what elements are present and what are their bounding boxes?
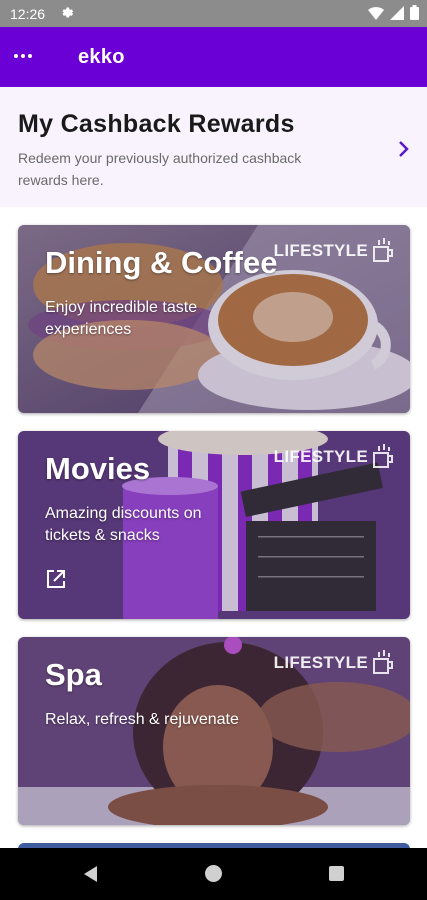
lifestyle-cup-icon	[373, 444, 393, 468]
lifestyle-badge: LIFESTYLE	[274, 443, 396, 471]
status-bar: 12:26	[0, 0, 427, 27]
gear-icon	[62, 7, 74, 18]
signal-icon	[390, 5, 404, 20]
card-title: Dining & Coffee	[45, 245, 278, 280]
more-horizontal-icon[interactable]	[14, 54, 32, 58]
card-dining-coffee[interactable]: LIFESTYLE Dining & Coffee Enjoy incredib…	[18, 225, 410, 413]
recents-icon[interactable]	[329, 866, 344, 881]
chevron-right-icon[interactable]	[397, 139, 411, 159]
card-spa[interactable]: LIFESTYLE Spa Relax, refresh & rejuvenat…	[18, 637, 410, 825]
lifestyle-cup-icon	[373, 238, 393, 262]
lifestyle-badge: LIFESTYLE	[274, 649, 396, 677]
lifestyle-cup-icon	[373, 650, 393, 674]
cashback-rewards-section[interactable]: My Cashback Rewards Redeem your previous…	[0, 87, 427, 207]
card-subtitle: Enjoy incredible taste experiences	[45, 299, 198, 338]
app-title: ekko	[78, 46, 125, 68]
external-link-icon[interactable]	[45, 568, 67, 590]
wifi-icon	[368, 6, 384, 20]
status-icons	[368, 5, 419, 20]
system-nav-bar	[0, 848, 427, 900]
battery-icon	[410, 5, 419, 20]
card-title: Spa	[45, 657, 102, 692]
cashback-title: My Cashback Rewards	[18, 110, 295, 138]
card-title: Movies	[45, 451, 151, 486]
card-movies[interactable]: LIFESTYLE Movies Amazing discounts on ti…	[18, 431, 410, 619]
status-time: 12:26	[10, 6, 46, 22]
card-subtitle: Amazing discounts on tickets & snacks	[45, 505, 202, 544]
back-icon[interactable]	[82, 865, 98, 883]
home-icon[interactable]	[205, 865, 222, 882]
cashback-description: Redeem your previously authorized cashba…	[18, 150, 302, 188]
card-subtitle: Relax, refresh & rejuvenate	[45, 711, 239, 728]
lifestyle-badge: LIFESTYLE	[274, 237, 396, 265]
app-bar: ekko	[0, 27, 427, 87]
